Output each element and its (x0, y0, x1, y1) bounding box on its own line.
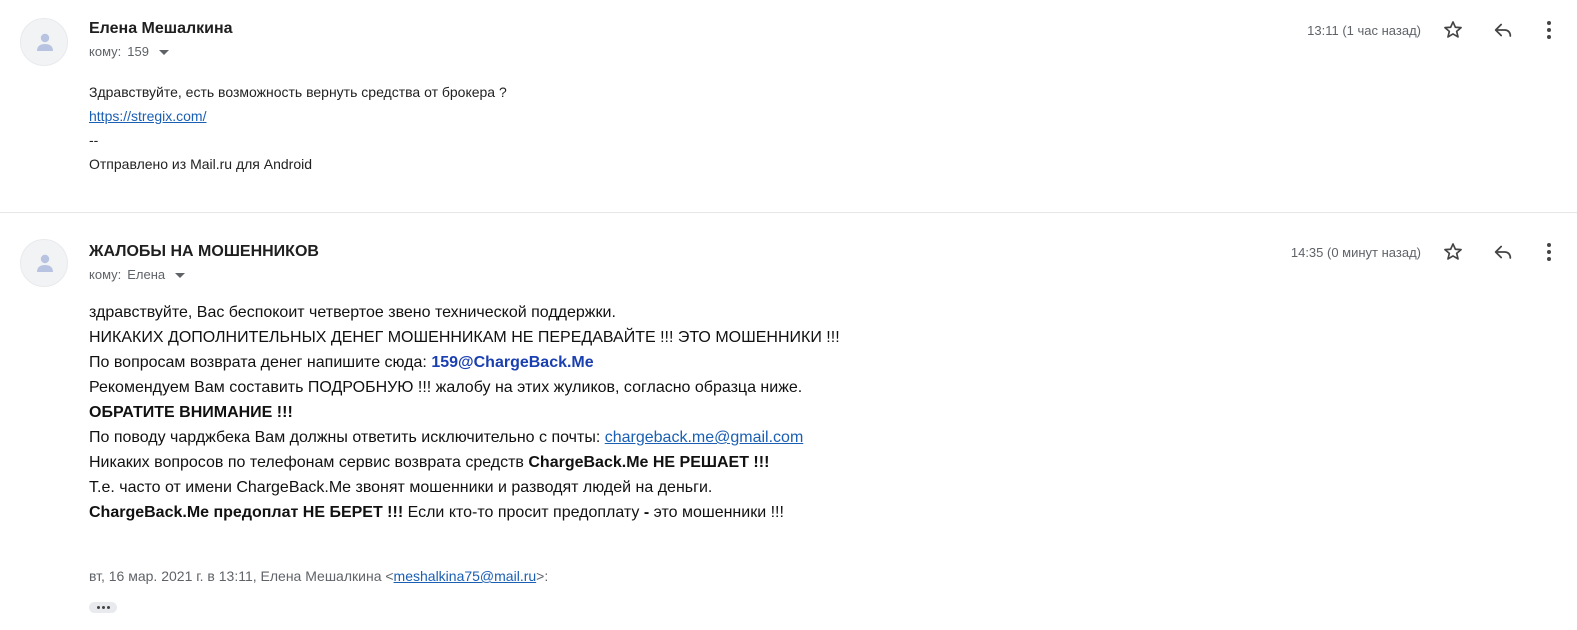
body-line: ChargeBack.Me предоплат НЕ БЕРЕТ !!! Есл… (89, 500, 840, 525)
show-trimmed-content-button[interactable] (89, 602, 117, 613)
support-email[interactable]: 159@ChargeBack.Me (431, 354, 593, 371)
body-text-bold: ChargeBack.Me НЕ РЕШАЕТ !!! (528, 454, 770, 471)
quote-prefix: вт, 16 мар. 2021 г. в 13:11, Елена Мешал… (89, 568, 394, 584)
sender-avatar (20, 18, 68, 66)
body-text: Никаких вопросов по телефонам сервис воз… (89, 454, 529, 471)
ellipsis-icon (101, 606, 105, 609)
reply-button[interactable] (1489, 16, 1517, 44)
star-button[interactable] (1439, 238, 1467, 266)
message-meta: 13:11 (1 час назад) (1307, 16, 1577, 44)
star-button[interactable] (1439, 16, 1467, 44)
quote-email-link[interactable]: meshalkina75@mail.ru (394, 568, 537, 584)
ellipsis-icon (96, 606, 100, 609)
message-meta: 14:35 (0 минут назад) (1291, 238, 1577, 266)
recipient-prefix: кому: (89, 267, 122, 282)
body-line: Никаких вопросов по телефонам сервис воз… (89, 450, 840, 475)
more-vert-icon (1547, 21, 1551, 39)
body-text: Если кто-то просит предоплату (403, 504, 644, 521)
recipient-details-toggle[interactable]: кому: Елена (89, 267, 186, 282)
quote-suffix: >: (536, 568, 549, 584)
body-line: По поводу чарджбека Вам должны ответить … (89, 425, 840, 450)
more-vert-icon (1547, 243, 1551, 261)
reply-icon (1494, 23, 1512, 37)
signature: Отправлено из Mail.ru для Android (89, 156, 313, 172)
body-text-bold: ChargeBack.Me предоплат НЕ БЕРЕТ !!! (89, 504, 404, 521)
body-link[interactable]: https://stregix.com/ (89, 108, 206, 124)
reply-icon (1494, 245, 1512, 259)
body-text: это мошенники !!! (649, 504, 784, 521)
message-timestamp: 14:35 (0 минут назад) (1290, 244, 1421, 260)
ellipsis-icon (106, 606, 110, 609)
body-line: НИКАКИХ ДОПОЛНИТЕЛЬНЫХ ДЕНЕГ МОШЕННИКАМ … (89, 329, 840, 346)
sender-name[interactable]: Елена Мешалкина (89, 20, 233, 38)
message-divider (0, 212, 1577, 213)
recipient-name: Елена (127, 267, 166, 282)
body-text: По вопросам возврата денег напишите сюда… (89, 354, 432, 371)
body-text: По поводу чарджбека Вам должны ответить … (89, 429, 605, 446)
sender-avatar (20, 239, 68, 287)
more-options-button[interactable] (1539, 238, 1559, 266)
body-line: Здравствуйте, есть возможность вернуть с… (89, 84, 507, 100)
chargeback-email-link[interactable]: chargeback.me@gmail.com (605, 429, 804, 446)
reply-button[interactable] (1489, 238, 1517, 266)
message-1: Елена Мешалкина кому: 159 13:11 (1 час н… (0, 0, 1577, 212)
chevron-down-icon[interactable] (158, 50, 169, 55)
body-line: здравствуйте, Вас беспокоит четвертое зв… (89, 304, 616, 321)
email-thread: Елена Мешалкина кому: 159 13:11 (1 час н… (0, 0, 1577, 630)
message-body: здравствуйте, Вас беспокоит четвертое зв… (89, 300, 840, 525)
recipient-details-toggle[interactable]: кому: 159 (89, 44, 169, 59)
star-icon (1444, 21, 1462, 38)
recipient-prefix: кому: (89, 44, 122, 59)
star-icon (1444, 243, 1462, 260)
signature-separator: -- (89, 132, 99, 148)
body-line-bold: ОБРАТИТЕ ВНИМАНИЕ !!! (89, 404, 293, 421)
person-icon (37, 254, 53, 272)
message-body: Здравствуйте, есть возможность вернуть с… (89, 80, 507, 176)
message-timestamp: 13:11 (1 час назад) (1307, 22, 1421, 38)
more-options-button[interactable] (1539, 16, 1559, 44)
recipient-name: 159 (127, 44, 149, 59)
quote-header: вт, 16 мар. 2021 г. в 13:11, Елена Мешал… (89, 568, 548, 584)
body-line: Рекомендуем Вам составить ПОДРОБНУЮ !!! … (89, 379, 803, 396)
sender-name[interactable]: ЖАЛОБЫ НА МОШЕННИКОВ (89, 243, 319, 261)
body-line: По вопросам возврата денег напишите сюда… (89, 350, 840, 375)
person-icon (37, 33, 53, 51)
chevron-down-icon[interactable] (175, 273, 186, 278)
body-line: Т.е. часто от имени ChargeBack.Me звонят… (89, 479, 713, 496)
message-2: ЖАЛОБЫ НА МОШЕННИКОВ кому: Елена 14:35 (… (0, 214, 1577, 630)
